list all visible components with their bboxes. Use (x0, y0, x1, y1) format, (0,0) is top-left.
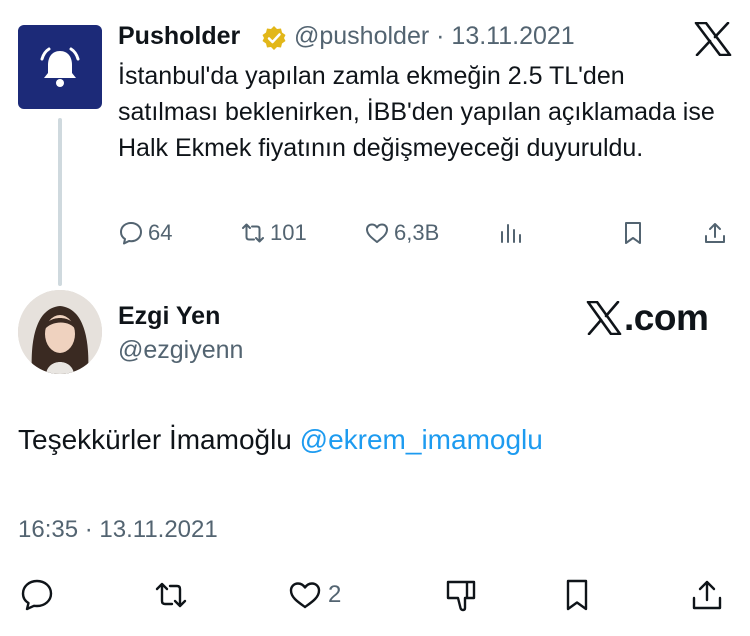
reply-author-name[interactable]: Ezgi Yen (118, 302, 220, 331)
quoted-author-name[interactable]: Pusholder (118, 22, 240, 51)
like-button[interactable]: 2 (288, 578, 341, 612)
quoted-bookmark-button[interactable] (620, 218, 646, 248)
quoted-retweet-button[interactable]: 101 (240, 218, 307, 248)
dislike-button[interactable] (444, 578, 478, 612)
profile-photo-icon (18, 290, 102, 374)
share-icon (692, 580, 722, 610)
mention-link[interactable]: @ekrem_imamoglu (300, 424, 543, 455)
separator-dot: · (436, 22, 445, 50)
retweet-button[interactable] (154, 578, 188, 612)
reply-timestamp[interactable]: 16:35 · 13.11.2021 (18, 516, 218, 544)
quoted-handle-and-date: @pusholder · 13.11.2021 (294, 22, 575, 51)
quoted-share-button[interactable] (702, 218, 728, 248)
quoted-date[interactable]: 13.11.2021 (451, 22, 574, 50)
share-icon (705, 223, 725, 243)
retweet-icon (242, 223, 264, 243)
quoted-tweet-text: İstanbul'da yapılan zamla ekmeğin 2.5 TL… (118, 62, 715, 162)
x-com-suffix: .com (624, 297, 709, 338)
reply-count: 64 (148, 220, 173, 245)
reply-like-count: 2 (328, 581, 342, 608)
retweet-icon (155, 582, 187, 608)
reply-text-main: Teşekkürler İmamoğlu (18, 424, 300, 455)
quoted-views-button[interactable] (498, 218, 524, 248)
heart-icon (289, 582, 321, 609)
x-logo-icon (694, 22, 732, 56)
quoted-reply-button[interactable]: 64 (118, 218, 172, 248)
heart-icon (366, 223, 388, 243)
like-count: 6,3B (394, 220, 440, 245)
quoted-handle[interactable]: @pusholder (294, 22, 429, 50)
reply-icon (120, 222, 142, 245)
reply-handle[interactable]: @ezgiyenn (118, 336, 243, 365)
ezgi-avatar[interactable] (18, 290, 102, 374)
x-logo-icon (586, 301, 622, 335)
quoted-like-button[interactable]: 6,3B (364, 218, 439, 248)
reply-tweet-text: Teşekkürler İmamoğlu @ekrem_imamoglu (18, 424, 543, 456)
reply-icon (21, 579, 53, 611)
thread-connector-line (58, 118, 62, 286)
bookmark-icon (566, 579, 588, 611)
retweet-count: 101 (270, 220, 307, 245)
x-com-watermark: .com (586, 296, 712, 340)
verified-badge-icon (262, 26, 286, 50)
pusholder-avatar[interactable] (18, 25, 102, 109)
reply-button[interactable] (20, 578, 54, 612)
bell-icon (40, 47, 80, 87)
bookmark-button[interactable] (560, 578, 594, 612)
analytics-icon (501, 224, 521, 243)
bookmark-icon (625, 222, 641, 244)
share-button[interactable] (690, 578, 724, 612)
thumbs-down-icon (446, 580, 476, 612)
